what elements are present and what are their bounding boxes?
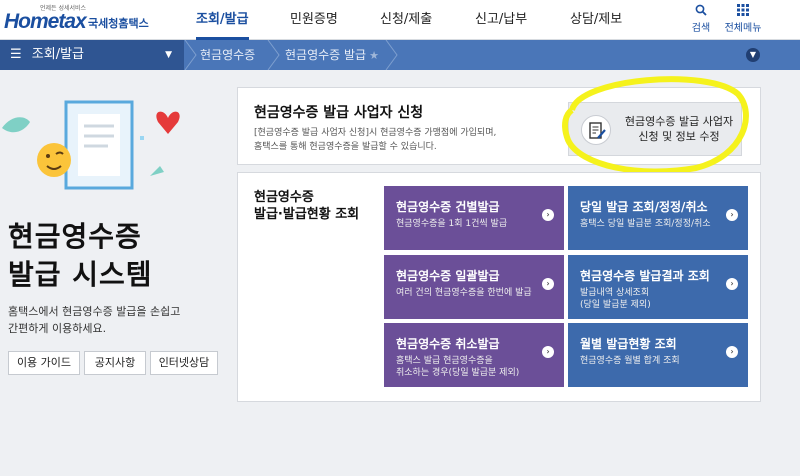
panel-desc-line: 홈택스를 통해 현금영수증을 발급할 수 있습니다. — [254, 142, 437, 152]
hero-title-line: 발급 시스템 — [8, 258, 153, 291]
tile-description: 발급내역 상세조회 (당일 발급분 제외) — [580, 287, 651, 311]
logo-subtitle: 국세청홈택스 — [88, 17, 149, 30]
expand-chevron-icon[interactable]: ▼ — [746, 48, 760, 62]
grid-menu-icon — [720, 4, 766, 19]
chevron-separator-icon — [385, 40, 398, 70]
search-label: 검색 — [691, 23, 711, 34]
search-icon — [688, 4, 714, 19]
chevron-right-icon: › — [542, 346, 554, 358]
gnb-item-apply-submit[interactable]: 신청/제출 — [380, 0, 432, 40]
online-consult-button[interactable]: 인터넷상담 — [150, 351, 218, 375]
section-dropdown[interactable]: ☰ 조회/발급 ▼ — [0, 40, 184, 70]
hero-desc-line: 홈택스에서 현금영수증 발급을 손쉽고 — [8, 305, 181, 318]
tile-single-issue[interactable]: 현금영수증 건별발급 현금영수증을 1회 1건씩 발급 › — [384, 186, 564, 250]
notice-button[interactable]: 공지사항 — [84, 351, 146, 375]
tile-desc-line: 현금영수증을 1회 1건씩 발급 — [396, 219, 508, 229]
hamburger-icon: ☰ — [10, 47, 22, 62]
panel-description: [현금영수증 발급 사업자 신청]시 현금영수증 가맹점에 가입되며, 홈택스를… — [254, 126, 496, 154]
tile-desc-line: (당일 발급분 제외) — [580, 300, 651, 310]
tile-title: 현금영수증 발급결과 조회 — [580, 269, 710, 283]
chevron-right-icon: › — [542, 209, 554, 221]
chevron-right-icon: › — [726, 346, 738, 358]
tile-desc-line: 여러 건의 현금영수증을 한번에 발급 — [396, 288, 532, 298]
search-button[interactable]: 검색 — [688, 4, 714, 34]
hero-desc-line: 간편하게 이용하세요. — [8, 322, 107, 335]
tile-title: 현금영수증 일괄발급 — [396, 269, 500, 283]
tile-title: 당일 발급 조회/정정/취소 — [580, 200, 708, 214]
breadcrumb-label: 현금영수증 발급 — [285, 48, 367, 62]
hero-title: 현금영수증 발급 시스템 — [8, 218, 153, 294]
tile-desc-line: 홈택스 발급 현금영수증을 — [396, 356, 493, 366]
chevron-right-icon: › — [726, 209, 738, 221]
tile-title: 현금영수증 취소발급 — [396, 337, 500, 351]
receipt-illustration — [2, 100, 180, 190]
usage-guide-button[interactable]: 이용 가이드 — [8, 351, 80, 375]
panel-title: 현금영수증 발급 사업자 신청 — [254, 105, 424, 121]
tile-desc-line: 취소하는 경우(당일 발급분 제외) — [396, 368, 520, 378]
chevron-right-icon: › — [542, 278, 554, 290]
tile-title: 현금영수증 건별발급 — [396, 200, 500, 214]
highlight-ellipse — [562, 76, 749, 175]
all-menu-button[interactable]: 전체메뉴 — [720, 4, 766, 34]
panel-title-line: 발급·발급현황 조회 — [254, 207, 360, 222]
chevron-right-icon: › — [726, 278, 738, 290]
gnb-item-consult[interactable]: 상담/제보 — [570, 0, 622, 40]
tile-description: 홈택스 당일 발급분 조회/정정/취소 — [580, 218, 711, 230]
tile-description: 여러 건의 현금영수증을 한번에 발급 — [396, 287, 532, 299]
gnb-item-report-pay[interactable]: 신고/납부 — [475, 0, 527, 40]
tile-bulk-issue[interactable]: 현금영수증 일괄발급 여러 건의 현금영수증을 한번에 발급 › — [384, 255, 564, 319]
tile-today-lookup[interactable]: 당일 발급 조회/정정/취소 홈택스 당일 발급분 조회/정정/취소 › — [568, 186, 748, 250]
panel-title-line: 현금영수증 — [254, 190, 314, 205]
gnb-item-certificates[interactable]: 민원증명 — [290, 0, 338, 40]
hometax-logo[interactable]: 언제든 성세서비스 Hometax 국세청홈택스 — [4, 2, 154, 36]
hero-description: 홈택스에서 현금영수증 발급을 손쉽고 간편하게 이용하세요. — [8, 303, 180, 337]
tile-title: 월별 발급현황 조회 — [580, 337, 677, 351]
gnb-item-lookup-issue[interactable]: 조회/발급 — [196, 0, 249, 40]
panel-desc-line: [현금영수증 발급 사업자 신청]시 현금영수증 가맹점에 가입되며, — [254, 128, 497, 138]
hero-title-line: 현금영수증 — [8, 220, 142, 253]
location-bar: ☰ 조회/발급 ▼ 현금영수증 현금영수증 발급 ★ ▼ — [0, 40, 800, 70]
caret-down-icon: ▼ — [165, 50, 172, 60]
tile-desc-line: 현금영수증 월별 합계 조회 — [580, 356, 680, 366]
issue-lookup-panel: 현금영수증 발급·발급현황 조회 현금영수증 건별발급 현금영수증을 1회 1건… — [237, 172, 761, 402]
breadcrumb-cash-receipt[interactable]: 현금영수증 — [200, 40, 255, 70]
tile-description: 현금영수증을 1회 1건씩 발급 — [396, 218, 507, 230]
tile-desc-line: 홈택스 당일 발급분 조회/정정/취소 — [580, 219, 711, 229]
favorite-star-icon[interactable]: ★ — [369, 49, 379, 62]
chevron-separator-icon — [184, 40, 197, 70]
breadcrumb-cash-receipt-issue[interactable]: 현금영수증 발급 ★ — [285, 40, 379, 70]
tile-monthly-status[interactable]: 월별 발급현황 조회 현금영수증 월별 합계 조회 › — [568, 323, 748, 387]
tile-desc-line: 발급내역 상세조회 — [580, 288, 650, 298]
top-header: 언제든 성세서비스 Hometax 국세청홈택스 조회/발급 민원증명 신청/제… — [0, 0, 800, 40]
panel-title: 현금영수증 발급·발급현황 조회 — [254, 189, 359, 223]
section-label: 조회/발급 — [31, 47, 85, 62]
tile-description: 현금영수증 월별 합계 조회 — [580, 355, 680, 367]
tile-cancel-issue[interactable]: 현금영수증 취소발급 홈택스 발급 현금영수증을취소하는 경우(당일 발급분 제… — [384, 323, 564, 387]
tile-issue-result-lookup[interactable]: 현금영수증 발급결과 조회 발급내역 상세조회 (당일 발급분 제외) › — [568, 255, 748, 319]
tile-description: 홈택스 발급 현금영수증을취소하는 경우(당일 발급분 제외) — [396, 355, 519, 379]
all-menu-label: 전체메뉴 — [724, 23, 762, 34]
chevron-separator-icon — [267, 40, 280, 70]
logo-wordmark: Hometax — [4, 10, 87, 33]
